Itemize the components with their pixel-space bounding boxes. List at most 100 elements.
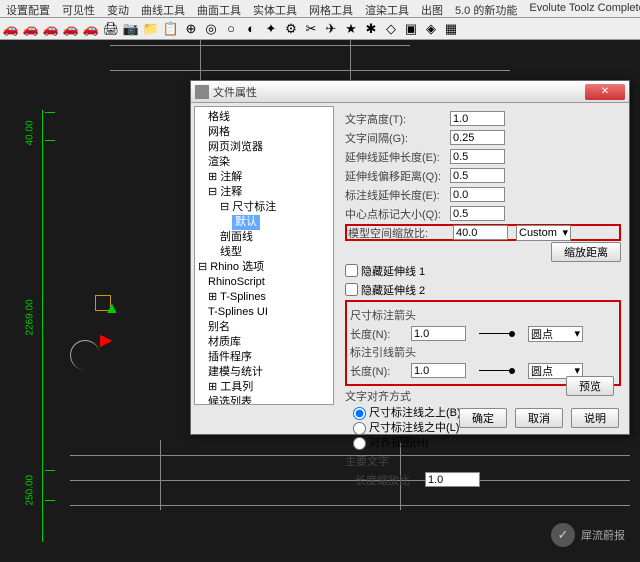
close-button[interactable]: ✕ <box>585 84 625 100</box>
group-label: 尺寸标注箭头 <box>350 307 616 323</box>
menu-bar: 设置配置 可见性 变动 曲线工具 曲面工具 实体工具 网格工具 渲染工具 出图 … <box>0 0 640 18</box>
tool-icon[interactable]: ✱ <box>363 21 379 37</box>
tree-view[interactable]: 格线 网格 网页浏览器 渲染 ⊞ 注解 ⊟ 注释 ⊟ 尺寸标注 默认 剖面线 线… <box>194 106 334 405</box>
field-label: 延伸线延伸长度(E): <box>345 149 450 165</box>
text-height-input[interactable] <box>450 111 505 126</box>
tree-node[interactable]: 网格 <box>198 125 330 140</box>
tool-icon[interactable]: 📷 <box>123 21 139 37</box>
arrow-type-combo[interactable]: 圆点▾ <box>528 326 583 342</box>
tool-icon[interactable]: ⚙ <box>283 21 299 37</box>
dialog-titlebar[interactable]: 文件属性 ✕ <box>191 81 629 103</box>
preview-button[interactable]: 预览 <box>566 376 614 396</box>
ok-button[interactable]: 确定 <box>459 408 507 428</box>
tool-icon[interactable]: 🚗 <box>43 21 59 37</box>
leader-length-input[interactable] <box>411 363 466 378</box>
dialog-title: 文件属性 <box>213 84 585 100</box>
tool-icon[interactable]: ▦ <box>443 21 459 37</box>
tool-icon[interactable]: ◐ <box>243 21 259 37</box>
group-label: 主要文字 <box>345 453 621 469</box>
tree-node[interactable]: 渲染 <box>198 155 330 170</box>
settings-panel: 文字高度(T): 文字间隔(G): 延伸线延伸长度(E): 延伸线偏移距离(Q)… <box>337 103 629 408</box>
tool-icon[interactable]: ✈ <box>323 21 339 37</box>
tool-icon[interactable]: ○ <box>223 21 239 37</box>
dimension-line <box>42 110 43 542</box>
tree-node[interactable]: 线型 <box>198 245 330 260</box>
toolbar: 🚗 🚗 🚗 🚗 🚗 🖨 📷 📁 📋 ⊕ ◎ ○ ◐ ✦ ⚙ ✂ ✈ ★ ✱ ◇ … <box>0 18 640 40</box>
center-mark-input[interactable] <box>450 206 505 221</box>
menu-item[interactable]: 出图 <box>415 2 449 15</box>
group-label: 标注引线箭头 <box>350 344 616 360</box>
tree-node[interactable]: 格线 <box>198 110 330 125</box>
custom-combo[interactable]: Custom▾ <box>516 225 571 241</box>
gumball-x-axis[interactable]: ▶ <box>100 330 112 350</box>
arrow-preview <box>472 364 522 378</box>
tool-icon[interactable]: 🚗 <box>23 21 39 37</box>
ext-offset-input[interactable] <box>450 168 505 183</box>
label-ext-input[interactable] <box>450 187 505 202</box>
dimension-value: 250.00 <box>25 475 36 506</box>
model-scale-input[interactable] <box>453 225 508 240</box>
field-label: 长度(N): <box>350 363 405 379</box>
menu-item[interactable]: 网格工具 <box>303 2 359 15</box>
tool-icon[interactable]: ✂ <box>303 21 319 37</box>
tool-icon[interactable]: 🚗 <box>83 21 99 37</box>
tool-icon[interactable]: 🚗 <box>63 21 79 37</box>
help-button[interactable]: 说明 <box>571 408 619 428</box>
tool-icon[interactable]: ◇ <box>383 21 399 37</box>
menu-item[interactable]: 变动 <box>101 2 135 15</box>
tree-node[interactable]: ⊟ 尺寸标注 <box>198 200 330 215</box>
menu-item[interactable]: 设置配置 <box>0 2 56 15</box>
hide-ext2-checkbox[interactable] <box>345 283 358 296</box>
checkbox-label: 隐藏延伸线 1 <box>361 263 425 279</box>
tool-icon[interactable]: ★ <box>343 21 359 37</box>
menu-item[interactable]: 可见性 <box>56 2 101 15</box>
tool-icon[interactable]: ⊕ <box>183 21 199 37</box>
hide-ext1-checkbox[interactable] <box>345 264 358 277</box>
tree-node[interactable]: ⊞ 注解 <box>198 170 330 185</box>
tree-node[interactable]: 建模与统计 <box>198 365 330 380</box>
field-label: 模型空间缩放比: <box>348 225 453 241</box>
arrow-length-input[interactable] <box>411 326 466 341</box>
dimension-value: 40.00 <box>25 120 36 145</box>
tool-icon[interactable]: 🚗 <box>3 21 19 37</box>
tree-node[interactable]: 别名 <box>198 320 330 335</box>
tree-node[interactable]: ⊟ 注释 <box>198 185 330 200</box>
menu-item[interactable]: Evolute Toolz Complete 01 <box>523 2 640 15</box>
tree-node[interactable]: 剖面线 <box>198 230 330 245</box>
tree-node[interactable]: ⊞ T-Splines <box>198 290 330 305</box>
menu-item[interactable]: 实体工具 <box>247 2 303 15</box>
tool-icon[interactable]: ◎ <box>203 21 219 37</box>
tool-icon[interactable]: 📁 <box>143 21 159 37</box>
gumball-y-axis[interactable]: ▲ <box>104 300 120 318</box>
tree-node[interactable]: ⊟ Rhino 选项 <box>198 260 330 275</box>
cancel-button[interactable]: 取消 <box>515 408 563 428</box>
tree-node[interactable]: 候选列表 <box>198 395 330 405</box>
properties-dialog: 文件属性 ✕ 格线 网格 网页浏览器 渲染 ⊞ 注解 ⊟ 注释 ⊟ 尺寸标注 默… <box>190 80 630 435</box>
tree-node-selected[interactable]: 默认 <box>198 215 330 230</box>
menu-item[interactable]: 5.0 的新功能 <box>449 2 523 15</box>
text-gap-input[interactable] <box>450 130 505 145</box>
wechat-icon: ✓ <box>551 523 575 547</box>
watermark-text: 犀流蔚报 <box>581 527 625 543</box>
tool-icon[interactable]: ✦ <box>263 21 279 37</box>
tool-icon[interactable]: ▣ <box>403 21 419 37</box>
tree-node[interactable]: 网页浏览器 <box>198 140 330 155</box>
tree-node[interactable]: 插件程序 <box>198 350 330 365</box>
tool-icon[interactable]: 🖨 <box>103 21 119 37</box>
tree-node[interactable]: T-Splines UI <box>198 305 330 320</box>
menu-item[interactable]: 渲染工具 <box>359 2 415 15</box>
zoom-distance-button[interactable]: 缩放距离 <box>551 242 621 262</box>
gumball-arc[interactable] <box>70 340 100 370</box>
ext-length-input[interactable] <box>450 149 505 164</box>
dimension-value: 2269.00 <box>25 299 36 335</box>
text-scale-input[interactable] <box>425 472 480 487</box>
tree-node[interactable]: ⊞ 工具列 <box>198 380 330 395</box>
menu-item[interactable]: 曲面工具 <box>191 2 247 15</box>
menu-item[interactable]: 曲线工具 <box>135 2 191 15</box>
tree-node[interactable]: 材质库 <box>198 335 330 350</box>
tree-node[interactable]: RhinoScript <box>198 275 330 290</box>
tool-icon[interactable]: ◈ <box>423 21 439 37</box>
dialog-icon <box>195 85 209 99</box>
radio-option[interactable]: 对齐视图(H) <box>345 436 621 451</box>
tool-icon[interactable]: 📋 <box>163 21 179 37</box>
